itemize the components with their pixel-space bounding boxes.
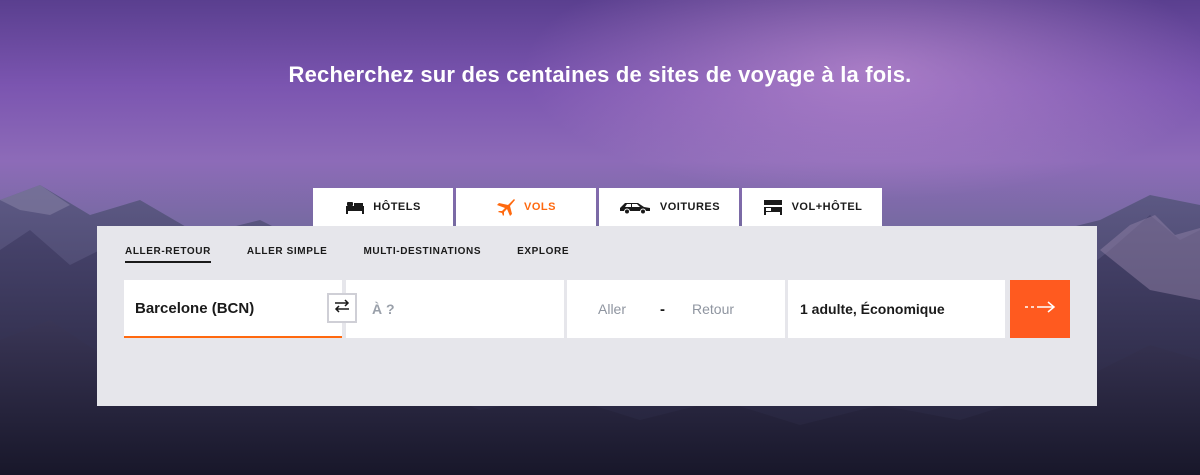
trip-type-selector: ALLER-RETOUR ALLER SIMPLE MULTI-DESTINAT…	[125, 246, 605, 263]
tab-label: VOLS	[524, 201, 556, 213]
tab-hotels[interactable]: HÔTELS	[313, 188, 453, 226]
trip-type-one-way[interactable]: ALLER SIMPLE	[247, 246, 328, 263]
flight-hotel-icon	[762, 199, 784, 215]
travelers-value: 1 adulte, Économique	[800, 301, 945, 317]
tab-flights[interactable]: VOLS	[456, 188, 596, 226]
tab-label: HÔTELS	[373, 201, 421, 213]
swap-arrows-icon	[333, 298, 351, 319]
destination-field[interactable]: À ?	[346, 280, 564, 338]
date-separator: -	[660, 300, 666, 318]
page-headline: Recherchez sur des centaines de sites de…	[288, 62, 912, 87]
tab-label: VOL+HÔTEL	[791, 201, 863, 213]
dates-field[interactable]: Aller - Retour	[567, 280, 785, 338]
product-tabs: HÔTELS VOLS VOITURES VOL+HÔTEL	[313, 188, 885, 226]
travelers-field[interactable]: 1 adulte, Économique	[788, 280, 1005, 338]
trip-type-round-trip[interactable]: ALLER-RETOUR	[125, 246, 211, 263]
tab-flight-hotel[interactable]: VOL+HÔTEL	[742, 188, 882, 226]
arrow-right-icon	[1023, 299, 1057, 320]
tab-label: VOITURES	[659, 201, 721, 213]
trip-type-multi-city[interactable]: MULTI-DESTINATIONS	[363, 246, 481, 263]
search-panel: ALLER-RETOUR ALLER SIMPLE MULTI-DESTINAT…	[97, 226, 1097, 406]
return-date-placeholder[interactable]: Retour	[692, 301, 734, 317]
search-submit-button[interactable]	[1010, 280, 1070, 338]
origin-field[interactable]: Barcelone (BCN)	[124, 280, 342, 338]
swap-button[interactable]	[327, 293, 357, 323]
tab-cars[interactable]: VOITURES	[599, 188, 739, 226]
trip-type-explore[interactable]: EXPLORE	[517, 246, 569, 263]
depart-date-placeholder[interactable]: Aller	[598, 301, 626, 317]
plane-icon	[496, 198, 516, 216]
origin-value: Barcelone (BCN)	[135, 299, 255, 317]
car-icon	[618, 200, 652, 214]
destination-placeholder: À ?	[372, 301, 395, 317]
bed-icon	[345, 200, 365, 214]
